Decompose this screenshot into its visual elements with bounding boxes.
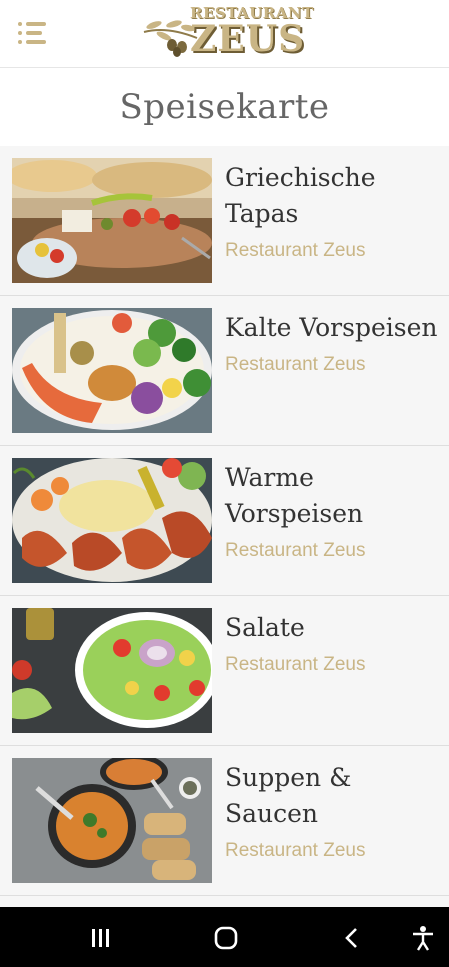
salad-thumbnail [12, 608, 212, 733]
menu-item-title: Kalte Vorspeisen [225, 313, 438, 342]
warm-starters-thumbnail [12, 458, 212, 583]
recent-apps-icon[interactable] [86, 923, 116, 953]
menu-item-suppen-saucen[interactable]: Suppen & Saucen Restaurant Zeus [0, 746, 449, 896]
menu-item-salate[interactable]: Salate Restaurant Zeus [0, 596, 449, 746]
menu-item-griechische-tapas[interactable]: Griechische Tapas Restaurant Zeus [0, 146, 449, 296]
menu-item-kalte-vorspeisen[interactable]: Kalte Vorspeisen Restaurant Zeus [0, 296, 449, 446]
restaurant-logo[interactable]: RESTAURANT ZEUS [142, 4, 313, 64]
back-icon[interactable] [337, 923, 367, 953]
menu-item-subtitle: Restaurant Zeus [225, 240, 366, 261]
menu-item-title: Suppen & Saucen [225, 763, 352, 828]
soup-thumbnail [12, 758, 212, 883]
cold-starters-thumbnail [12, 308, 212, 433]
home-icon[interactable] [211, 923, 241, 953]
menu-category-list[interactable]: Griechische Tapas Restaurant Zeus Kalte … [0, 146, 449, 907]
page-title: Speisekarte [119, 87, 330, 127]
menu-item-title: Warme Vorspeisen [225, 463, 364, 528]
system-navigation-bar [0, 907, 449, 967]
menu-item-subtitle: Restaurant Zeus [225, 540, 366, 561]
menu-item-title: Salate [225, 613, 305, 642]
accessibility-icon[interactable] [408, 923, 438, 953]
page-title-bar: Speisekarte [0, 69, 449, 145]
menu-item-subtitle: Restaurant Zeus [225, 354, 366, 375]
tapas-thumbnail [12, 158, 212, 283]
logo-main-text: ZEUS [190, 18, 306, 60]
menu-item-title: Griechische Tapas [225, 163, 376, 228]
hamburger-menu-icon[interactable] [18, 22, 48, 46]
menu-item-subtitle: Restaurant Zeus [225, 654, 366, 675]
app-header: RESTAURANT ZEUS [0, 0, 449, 68]
menu-item-subtitle: Restaurant Zeus [225, 840, 366, 861]
menu-item-warme-vorspeisen[interactable]: Warme Vorspeisen Restaurant Zeus [0, 446, 449, 596]
